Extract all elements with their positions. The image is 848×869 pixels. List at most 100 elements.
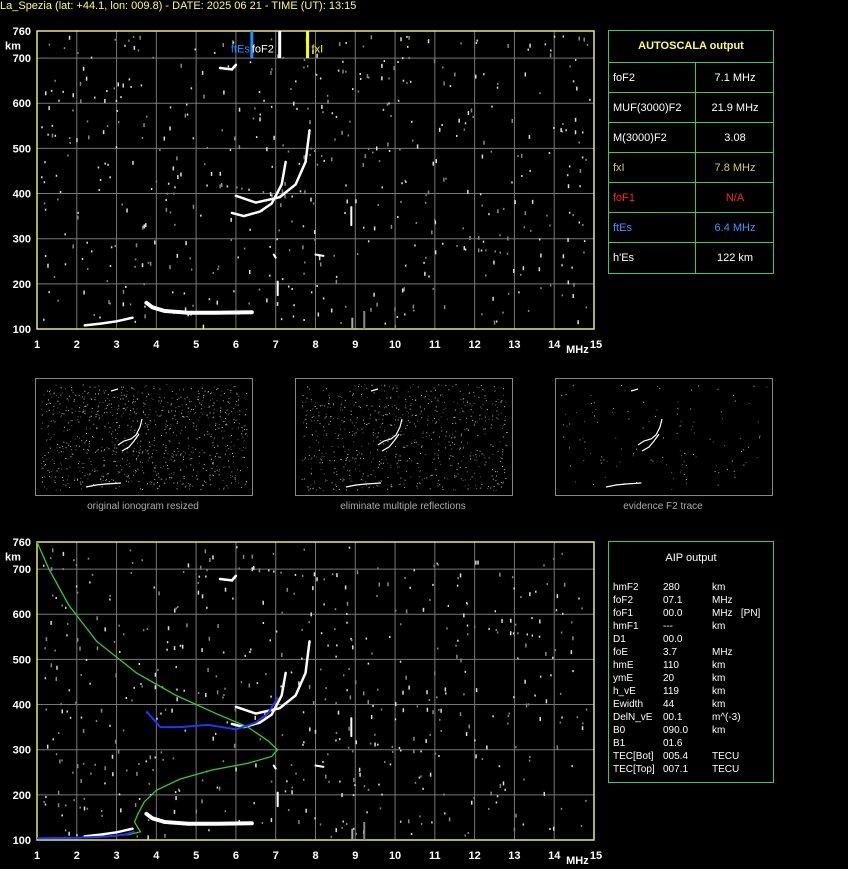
noise-dot (44, 486, 46, 488)
noise-dot (312, 408, 314, 410)
noise-dot (391, 750, 394, 753)
noise-dot (302, 478, 304, 480)
aip-panel: AIP output hmF2 280 km foF2 07.1 MHz foF1 00.0 M… (608, 541, 774, 783)
noise-dot (182, 388, 184, 390)
aip-key: hmF1 (613, 621, 639, 632)
noise-dot (336, 644, 338, 647)
noise-dot (229, 402, 231, 404)
noise-dot (466, 400, 468, 402)
noise-dot (603, 459, 605, 461)
noise-dot (104, 766, 106, 771)
noise-dot (295, 772, 297, 775)
noise-dot (574, 59, 577, 62)
noise-dot (347, 454, 349, 456)
noise-dot (60, 703, 62, 706)
noise-dot (734, 476, 736, 478)
noise-dot (218, 456, 220, 458)
noise-dot (759, 437, 761, 439)
noise-dot (308, 458, 310, 460)
noise-dot (189, 454, 191, 456)
noise-dot (683, 473, 685, 475)
noise-dot (230, 477, 232, 479)
noise-dot (126, 407, 128, 409)
noise-dot (692, 454, 694, 456)
noise-dot (110, 246, 113, 249)
noise-dot (553, 557, 555, 560)
noise-dot (41, 422, 43, 424)
noise-dot (656, 386, 658, 388)
noise-dot (342, 480, 344, 482)
noise-dot (680, 471, 682, 473)
noise-dot (479, 455, 481, 457)
noise-dot (693, 432, 695, 434)
noise-dot (415, 425, 417, 427)
noise-dot (490, 427, 492, 429)
noise-dot (138, 663, 141, 666)
noise-dot (515, 813, 517, 818)
noise-dot (100, 708, 103, 713)
noise-dot (52, 409, 54, 411)
noise-dot (492, 445, 494, 447)
echo-trace (345, 482, 382, 488)
noise-dot (472, 115, 474, 118)
noise-dot (690, 429, 692, 431)
noise-dot (95, 386, 97, 388)
noise-dot (68, 395, 70, 397)
noise-dot (583, 37, 585, 42)
noise-dot (465, 732, 468, 737)
noise-dot (447, 478, 449, 480)
noise-dot (54, 482, 56, 484)
noise-dot (350, 480, 352, 482)
noise-dot (326, 94, 329, 97)
noise-dot (456, 584, 459, 587)
noise-dot (566, 174, 569, 177)
noise-dot (73, 400, 75, 402)
noise-dot (368, 422, 370, 424)
noise-dot (382, 108, 385, 111)
noise-dot (223, 392, 225, 394)
noise-dot (517, 632, 519, 635)
noise-dot (148, 413, 150, 415)
noise-dot (76, 591, 79, 594)
noise-dot (182, 456, 184, 458)
noise-dot (494, 471, 496, 473)
noise-dot (228, 398, 230, 400)
noise-dot (58, 468, 60, 470)
noise-dot (66, 623, 69, 626)
noise-dot (578, 221, 581, 224)
noise-dot (269, 274, 271, 277)
noise-dot (493, 260, 495, 265)
noise-dot (146, 426, 148, 428)
noise-dot (270, 818, 273, 823)
noise-dot (383, 431, 385, 433)
noise-dot (53, 392, 55, 394)
autoscala-row: ftEs 6.4 MHz (609, 212, 773, 243)
noise-dot (204, 480, 206, 482)
noise-dot (552, 826, 555, 831)
noise-dot (240, 487, 242, 489)
x-tick-label: 9 (352, 850, 358, 862)
noise-dot (336, 573, 338, 578)
noise-dot (385, 406, 387, 408)
noise-dot (413, 309, 415, 312)
noise-dot (85, 475, 87, 477)
noise-dot (491, 419, 493, 421)
noise-dot (306, 410, 308, 412)
noise-dot (408, 35, 410, 40)
noise-dot (59, 403, 61, 405)
x-tick-label: 7 (273, 850, 279, 862)
noise-dot (183, 477, 185, 479)
ftes-label: ftEs (231, 44, 250, 56)
noise-dot (352, 794, 355, 797)
noise-dot (44, 254, 47, 257)
x-tick-label: 13 (508, 850, 520, 862)
noise-dot (167, 468, 169, 470)
noise-dot (160, 434, 162, 436)
noise-dot (375, 146, 378, 151)
noise-dot (212, 736, 214, 741)
noise-dot (400, 459, 402, 461)
noise-dot (378, 418, 380, 420)
noise-dot (60, 415, 62, 417)
noise-dot (474, 472, 476, 474)
noise-dot (180, 63, 182, 68)
